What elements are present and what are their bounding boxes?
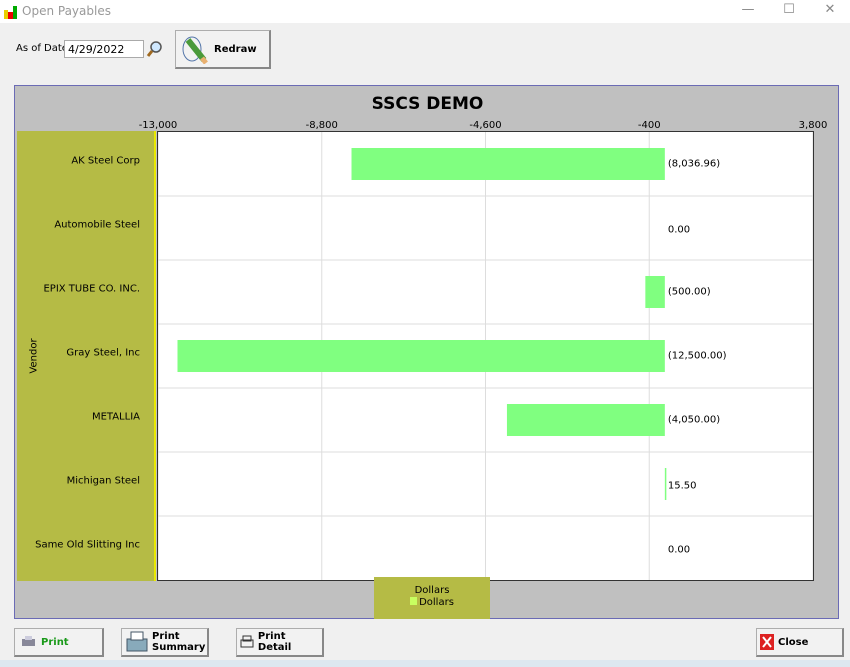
print-detail-button[interactable]: Print Detail [236, 628, 324, 657]
x-tick-label: -4,600 [469, 120, 502, 131]
close-x-icon [760, 634, 774, 650]
magnifier-icon [146, 41, 162, 57]
close-button[interactable]: Close [756, 628, 844, 657]
x-tick-label: 3,800 [798, 120, 828, 131]
as-of-date-input[interactable] [64, 40, 144, 58]
data-label: 0.00 [667, 224, 691, 236]
legend: Dollars Dollars [374, 577, 490, 619]
redraw-label: Redraw [214, 43, 257, 55]
print-summary-button[interactable]: Print Summary [121, 628, 209, 657]
category-label: Gray Steel, Inc [66, 347, 140, 359]
bar[interactable] [177, 340, 665, 372]
x-tick-label: -400 [637, 120, 661, 131]
category-label: Michigan Steel [66, 475, 140, 487]
x-axis-label: Dollars [414, 585, 450, 596]
category-label: AK Steel Corp [71, 155, 140, 167]
print-icon [22, 636, 35, 646]
bar[interactable] [645, 276, 665, 308]
date-search-button[interactable] [146, 40, 164, 58]
data-label: (4,050.00) [667, 414, 721, 426]
taskbar-strip [0, 660, 850, 667]
category-label: Automobile Steel [54, 219, 140, 231]
data-label: (500.00) [667, 286, 711, 298]
print-button[interactable]: Print [14, 628, 104, 657]
printer-outline-icon [240, 635, 254, 648]
category-label: Same Old Slitting Inc [35, 539, 140, 551]
data-label: (12,500.00) [667, 350, 727, 362]
printer-icon [126, 631, 148, 652]
pencil-icon [182, 36, 208, 64]
data-label: (8,036.96) [667, 158, 721, 170]
window-title: Open Payables [22, 4, 111, 18]
bar[interactable] [506, 404, 665, 436]
legend-entry: Dollars [419, 597, 454, 608]
redraw-button[interactable]: Redraw [175, 30, 271, 69]
category-label: METALLIA [91, 411, 140, 423]
bar[interactable] [351, 148, 665, 180]
plot-area: (8,036.96) 0.00 (500.00) (12,500.00) (4,050.… [157, 131, 814, 581]
minimize-button[interactable]: — [733, 2, 763, 22]
bar[interactable] [664, 468, 667, 500]
category-axis-panel: Vendor AK Steel Corp Automobile Steel EPIX… [17, 131, 156, 581]
data-label: 0.00 [667, 544, 691, 556]
title-bar: Open Payables — ☐ ✕ [0, 0, 850, 23]
maximize-button[interactable]: ☐ [774, 2, 804, 22]
chart-area: SSCS DEMO -13,000 -8,800 -4,600 -400 3,800 V… [14, 85, 839, 619]
chart-title: SSCS DEMO [371, 94, 484, 114]
y-axis-label: Vendor [28, 338, 40, 374]
legend-swatch [410, 597, 418, 605]
bar-chart-icon [4, 6, 17, 19]
x-tick-label: -13,000 [138, 120, 178, 131]
data-label: 15.50 [667, 480, 697, 492]
close-window-button[interactable]: ✕ [815, 2, 845, 22]
category-label: EPIX TUBE CO. INC. [43, 283, 140, 295]
x-tick-label: -8,800 [305, 120, 338, 131]
